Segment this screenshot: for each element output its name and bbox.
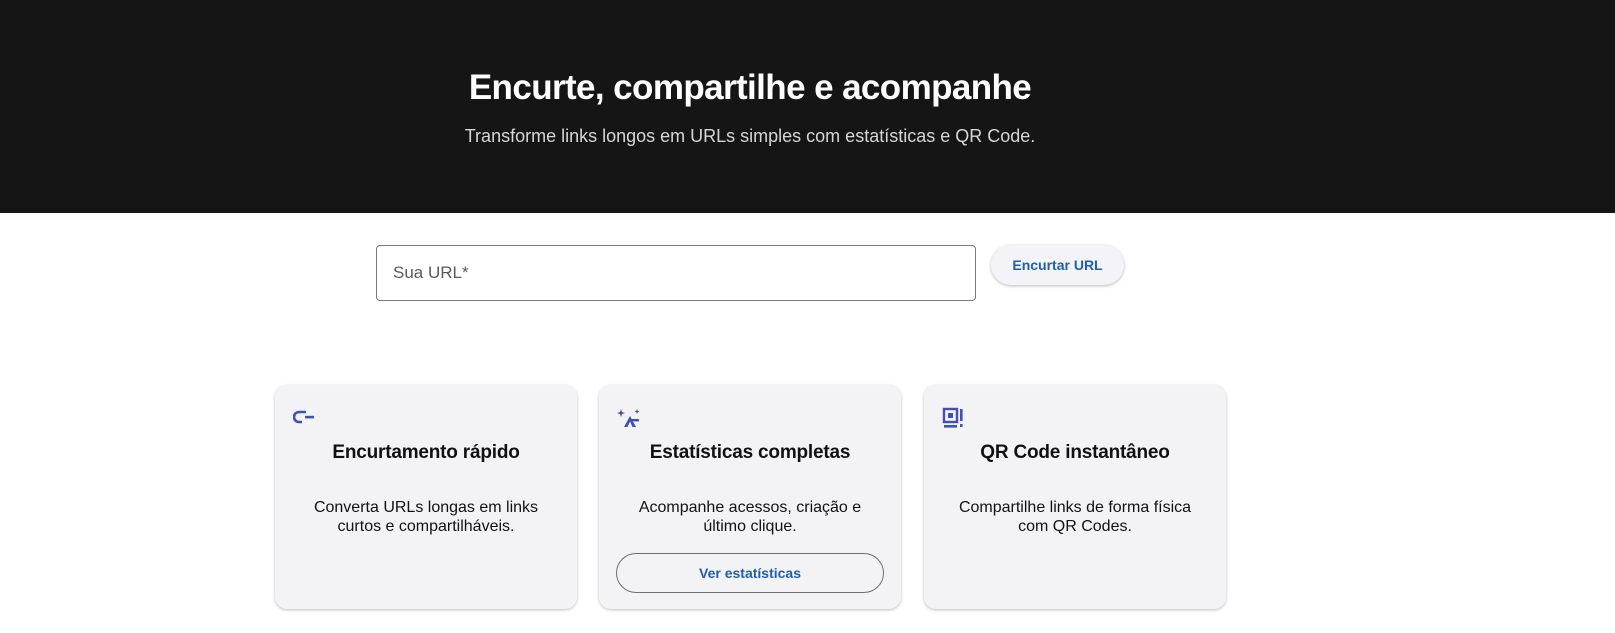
feature-card-shortening: Encurtamento rápido Converta URLs longas… bbox=[275, 385, 577, 609]
feature-title: Estatísticas completas bbox=[649, 442, 851, 463]
link-icon bbox=[292, 407, 317, 431]
feature-title: Encurtamento rápido bbox=[332, 442, 520, 463]
feature-card-qr-code: QR Code instantâneo Compartilhe links de… bbox=[924, 385, 1226, 609]
feature-description: Acompanhe acessos, criação e último cliq… bbox=[638, 499, 862, 535]
feature-description: Converta URLs longas em links curtos e c… bbox=[313, 499, 539, 535]
qr-code-icon bbox=[942, 407, 966, 431]
url-field[interactable] bbox=[376, 245, 976, 301]
hero-banner: Encurte, compartilhe e acompanhe Transfo… bbox=[0, 0, 1615, 213]
shorten-url-button[interactable]: Encurtar URL bbox=[991, 245, 1124, 285]
url-input[interactable] bbox=[377, 246, 975, 300]
hero-title: Encurte, compartilhe e acompanhe bbox=[468, 68, 1032, 107]
view-statistics-button[interactable]: Ver estatísticas bbox=[616, 553, 884, 593]
feature-title: QR Code instantâneo bbox=[980, 442, 1170, 463]
hero-subtitle: Transforme links longos em URLs simples … bbox=[464, 126, 1036, 146]
insights-icon bbox=[617, 407, 641, 431]
feature-card-statistics: Estatísticas completas Acompanhe acessos… bbox=[599, 385, 901, 609]
feature-description: Compartilhe links de forma física com QR… bbox=[958, 499, 1192, 535]
